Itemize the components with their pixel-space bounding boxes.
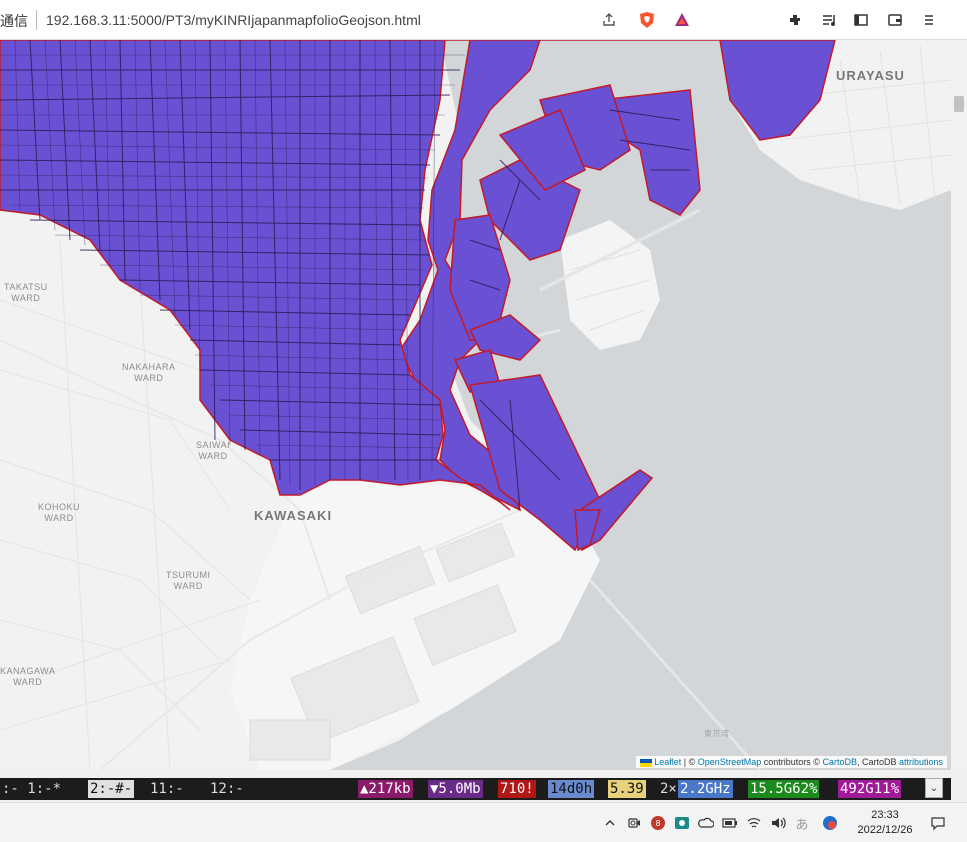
osm-link[interactable]: OpenStreetMap xyxy=(698,757,762,767)
scroll-thumb[interactable] xyxy=(954,96,964,112)
map-attribution: Leaflet | © OpenStreetMap contributors ©… xyxy=(636,756,947,768)
system-clock[interactable]: 23:33 2022/12/26 xyxy=(850,808,920,838)
leaflet-link[interactable]: Leaflet xyxy=(654,757,681,767)
clock-time: 23:33 xyxy=(871,809,899,821)
label-tsurumi-ward: TSURUMI WARD xyxy=(166,570,211,591)
status-uptime: 14d0h xyxy=(548,780,595,798)
status-window-1[interactable]: :- 1:-* xyxy=(0,780,63,798)
status-window-12[interactable]: 12:- xyxy=(208,780,246,798)
onedrive-icon[interactable] xyxy=(698,815,714,831)
status-cpu-freq: 2.2GHz xyxy=(678,780,733,798)
status-load: 5.39 xyxy=(608,780,646,798)
status-mem: 15.5G62% xyxy=(748,780,820,798)
terminal-status-bar: :- 1:-* 2:-#- 11:- 12:- ▲217kb ▼5.0Mb 71… xyxy=(0,778,951,800)
brave-shield-icon[interactable] xyxy=(636,9,658,31)
attributions-link[interactable]: attributions xyxy=(899,757,943,767)
status-disk: 492G11% xyxy=(838,780,902,798)
sidebar-icon[interactable] xyxy=(850,9,872,31)
security-label[interactable]: 通信 xyxy=(0,11,28,31)
label-kawasaki: KAWASAKI xyxy=(254,508,333,523)
clock-date: 2022/12/26 xyxy=(857,824,913,836)
svg-text:8: 8 xyxy=(655,819,660,828)
attribution-mid: , CartoDB xyxy=(856,757,899,767)
leaflet-map[interactable]: URAYASU TAKATSU WARD NAKAHARA WARD SAIWA… xyxy=(0,40,951,770)
status-cpu-count: 2× xyxy=(660,781,677,797)
share-icon[interactable] xyxy=(598,9,620,31)
brave-rewards-icon[interactable] xyxy=(671,9,693,31)
label-saiwai-ward: SAIWAI WARD xyxy=(196,440,231,461)
wifi-icon[interactable] xyxy=(746,815,762,831)
label-tokyo-bay: 東京湾 xyxy=(704,729,730,738)
map-canvas[interactable] xyxy=(0,40,951,770)
media-queue-icon[interactable] xyxy=(818,9,840,31)
status-net-up: ▲217kb xyxy=(358,780,413,798)
cartodb-link[interactable]: CartoDB xyxy=(822,757,857,767)
menu-icon[interactable] xyxy=(918,9,940,31)
attribution-contributors: contributors © xyxy=(761,757,823,767)
address-bar-url[interactable]: 192.168.3.11:5000/PT3/myKINRIjapanmapfol… xyxy=(46,12,421,28)
label-urayasu: URAYASU xyxy=(836,68,905,83)
status-710: 710! xyxy=(498,780,536,798)
extensions-icon[interactable] xyxy=(785,9,807,31)
taskbar: 8 あ 23:33 2022/12/26 xyxy=(0,802,967,842)
browser-toolbar: 通信 192.168.3.11:5000/PT3/myKINRIjapanmap… xyxy=(0,0,967,40)
page-scrollbar[interactable] xyxy=(951,40,967,770)
notification-icon[interactable] xyxy=(930,815,946,831)
volume-icon[interactable] xyxy=(770,815,786,831)
battery-icon[interactable] xyxy=(722,815,738,831)
status-scroll-down-button[interactable]: ⌄ xyxy=(925,778,943,798)
ukraine-flag-icon xyxy=(640,758,653,767)
ime-indicator[interactable]: あ xyxy=(794,815,810,832)
status-window-11[interactable]: 11:- xyxy=(148,780,186,798)
address-divider xyxy=(36,10,37,30)
label-kohoku-ward: KOHOKU WARD xyxy=(38,502,81,523)
app-tray-icon-red[interactable]: 8 xyxy=(650,815,666,831)
label-kanagawa-ward: KANAGAWA WARD xyxy=(0,666,56,687)
status-window-2[interactable]: 2:-#- xyxy=(88,780,135,798)
tray-expand-icon[interactable] xyxy=(602,815,618,831)
status-net-down: ▼5.0Mb xyxy=(428,780,483,798)
edge-app-icon[interactable] xyxy=(822,815,838,831)
app-tray-icon-teal[interactable] xyxy=(674,815,690,831)
attribution-sep: | © xyxy=(681,757,698,767)
label-takatsu-ward: TAKATSU WARD xyxy=(4,282,48,303)
wallet-icon[interactable] xyxy=(884,9,906,31)
camera-tray-icon[interactable] xyxy=(626,815,642,831)
label-nakahara-ward: NAKAHARA WARD xyxy=(122,362,176,383)
